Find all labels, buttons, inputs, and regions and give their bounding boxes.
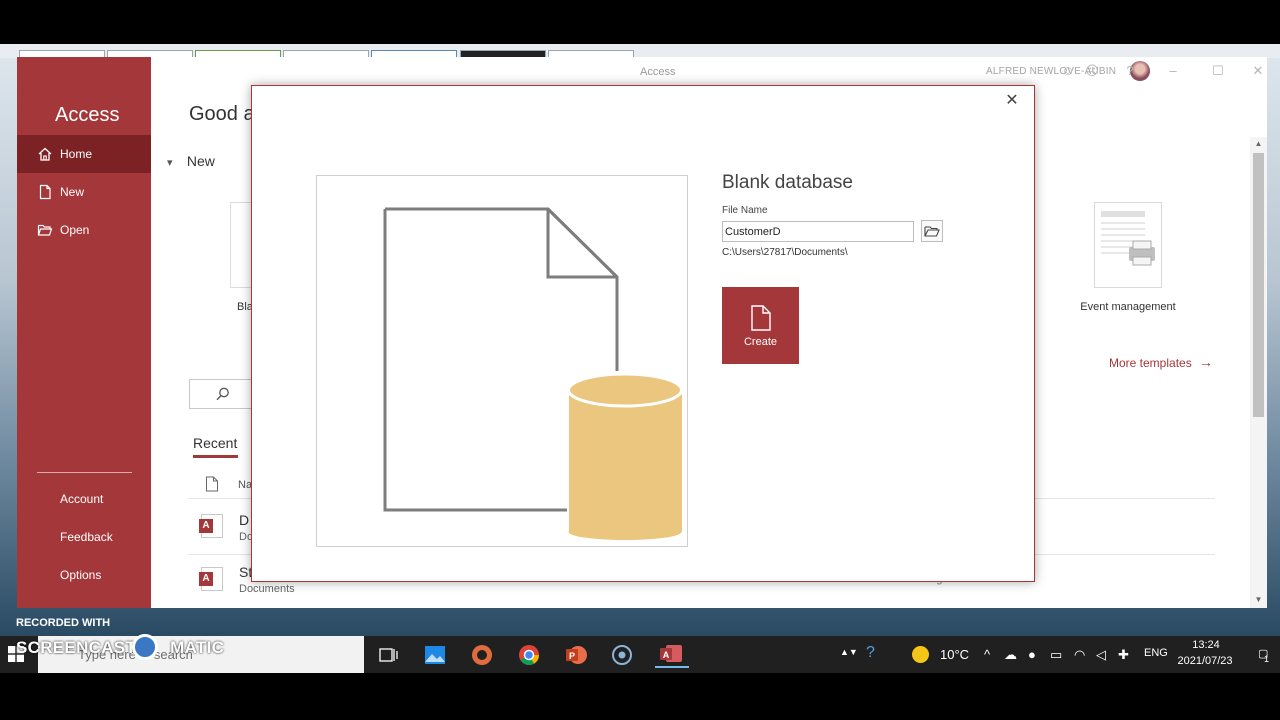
notification-count: 1 [1264, 654, 1270, 664]
clock-date[interactable]: 2021/07/23 [1172, 655, 1238, 667]
blank-database-dialog: ✕ Blank database File Name C:\Users\2781… [251, 85, 1035, 582]
folder-open-icon [37, 224, 53, 236]
maximize-button[interactable]: ☐ [1210, 63, 1226, 79]
svg-text:P: P [569, 651, 575, 661]
wifi-icon[interactable]: ◠ [1074, 647, 1085, 663]
media-player-icon[interactable] [469, 642, 495, 668]
close-dialog-button[interactable]: ✕ [1003, 92, 1021, 110]
cortana-icon[interactable] [609, 642, 635, 668]
powerpoint-icon[interactable]: P [563, 642, 589, 668]
dialog-title: Blank database [722, 172, 853, 193]
weather-sun-icon[interactable] [912, 646, 929, 663]
watermark-recorded-with: RECORDED WITH [16, 617, 111, 629]
svg-text:A: A [663, 650, 670, 660]
sidebar-item-label: New [60, 185, 85, 199]
window-thumbnails-strip [0, 44, 1280, 60]
language-indicator[interactable]: ENG [1144, 647, 1168, 659]
watermark-brand-text: SCREENCAST [16, 638, 137, 657]
screen: Access ALFRED NEWLOVE-AUBIN ☺ ☹ ? – ☐ ✕ … [0, 0, 1280, 720]
help-tray-icon[interactable]: ? [866, 644, 875, 662]
create-button[interactable]: Create [722, 287, 799, 364]
create-button-label: Create [743, 336, 778, 348]
photos-icon[interactable] [422, 642, 448, 668]
frown-icon[interactable]: ☹ [1084, 63, 1100, 79]
video-letterbox [0, 673, 1280, 720]
watermark-brand-suffix: MATIC [170, 638, 225, 657]
chevron-up-icon[interactable]: ^ [984, 647, 990, 662]
backstage-sidebar: Access Home New Open Account Feedback Op… [17, 57, 151, 608]
sidebar-item-feedback[interactable]: Feedback [60, 530, 113, 544]
new-document-icon [751, 305, 771, 331]
volume-icon[interactable]: ◁ [1096, 647, 1106, 663]
app-name: Access [55, 104, 120, 126]
file-path: C:\Users\27817\Documents\ [722, 247, 848, 258]
smiley-icon[interactable]: ☺ [1060, 63, 1076, 79]
clock-time[interactable]: 13:24 [1178, 639, 1234, 651]
blank-database-illustration-icon [383, 207, 683, 540]
file-name-label: File Name [722, 205, 768, 216]
security-icon[interactable]: ✚ [1118, 647, 1129, 663]
battery-icon[interactable]: ▭ [1050, 647, 1062, 663]
new-document-icon [39, 184, 51, 200]
file-name-field[interactable] [722, 221, 914, 242]
microphone-icon[interactable]: ● [1028, 647, 1036, 662]
chrome-icon[interactable] [516, 642, 542, 668]
sidebar-item-open[interactable]: Open [17, 211, 151, 249]
close-icon: ✕ [1005, 92, 1019, 109]
weather-temperature[interactable]: 10°C [940, 647, 969, 662]
minimize-button[interactable]: – [1165, 63, 1181, 79]
database-preview-image [316, 175, 688, 547]
access-icon[interactable]: A [655, 642, 689, 668]
task-view-icon[interactable] [375, 642, 401, 668]
sidebar-item-options[interactable]: Options [60, 568, 101, 582]
sidebar-item-new[interactable]: New [17, 173, 151, 211]
watermark-brand: SCREENCAST MATIC [16, 638, 224, 658]
tray-arrows-icon[interactable]: ▲▼ [840, 647, 858, 657]
sidebar-item-label: Open [60, 223, 90, 237]
sidebar-item-account[interactable]: Account [60, 492, 103, 506]
sidebar-divider [37, 472, 132, 473]
close-window-button[interactable]: ✕ [1250, 63, 1266, 79]
sidebar-item-home[interactable]: Home [17, 135, 151, 173]
screencast-logo-icon [132, 634, 158, 660]
help-button[interactable]: ? [1122, 63, 1138, 79]
browse-folder-button[interactable] [921, 220, 943, 242]
home-icon [38, 147, 52, 161]
folder-open-icon [924, 226, 940, 237]
window-title: Access [640, 66, 676, 78]
sidebar-item-label: Home [60, 147, 93, 161]
cloud-icon[interactable]: ☁ [1004, 647, 1017, 663]
title-bar: Access ALFRED NEWLOVE-AUBIN ☺ ☹ ? – ☐ ✕ [150, 57, 1267, 87]
